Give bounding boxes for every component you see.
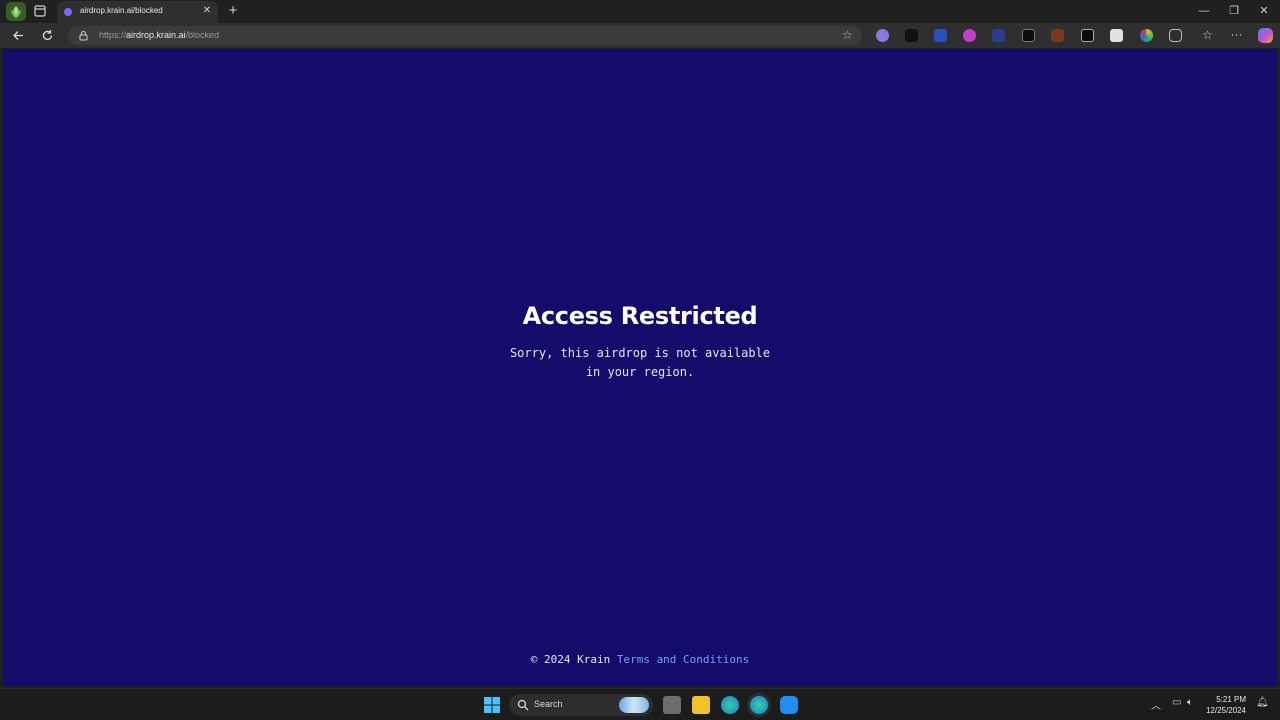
url-scheme: https:// — [99, 30, 127, 40]
tab-favicon-icon — [64, 8, 72, 16]
footer-copyright: © 2024 Krain — [530, 653, 611, 666]
back-arrow-icon — [13, 31, 23, 40]
volume-icon[interactable]: 🔈︎ — [1187, 697, 1193, 708]
app-icon[interactable] — [780, 696, 798, 714]
network-icon[interactable]: ▭ — [1172, 697, 1181, 708]
page-viewport: Access Restricted Sorry, this airdrop is… — [3, 49, 1277, 686]
extension-icon-10[interactable] — [1140, 29, 1153, 42]
task-view-icon[interactable] — [663, 696, 681, 714]
favorites-icon[interactable]: ☆ — [1201, 29, 1214, 42]
extension-icon-6[interactable] — [1022, 29, 1035, 42]
edge-active-icon[interactable] — [750, 696, 768, 714]
back-button[interactable] — [10, 27, 27, 44]
search-highlight-icon — [619, 697, 649, 713]
new-tab-button[interactable]: + — [225, 3, 241, 19]
start-windows-icon[interactable] — [483, 696, 501, 714]
clock-date: 12/25/2024 — [1205, 706, 1246, 715]
extension-icon-7[interactable] — [1051, 29, 1064, 42]
search-label: Search — [534, 699, 563, 709]
page-footer: © 2024 Krain Terms and Conditions — [3, 653, 1277, 666]
notification-bell-icon[interactable]: 🔔︎ — [1256, 697, 1269, 708]
extension-icon-8[interactable] — [1081, 29, 1094, 42]
extension-icon-3[interactable] — [934, 29, 947, 42]
more-menu-icon[interactable]: ··· — [1230, 28, 1243, 42]
profile-icon[interactable] — [6, 2, 26, 21]
extension-icon-5[interactable] — [992, 29, 1005, 42]
browser-tab-bar: airdrop.krain.ai/blocked ✕ + — ❐ ✕ — [0, 0, 1280, 23]
extension-icon-9[interactable] — [1110, 29, 1123, 42]
address-bar[interactable]: https://airdrop.krain.ai/blocked ☆ — [68, 26, 862, 45]
tab-title: airdrop.krain.ai/blocked — [80, 6, 163, 15]
extension-icon-2[interactable] — [905, 29, 918, 42]
file-explorer-icon[interactable] — [692, 696, 710, 714]
extensions-puzzle-icon[interactable] — [1169, 29, 1182, 42]
windows-taskbar: Search ︿ ▭ 🔈︎ 5:21 PM 12/25/2024 🔔︎ — [0, 688, 1280, 720]
restore-icon[interactable]: ❐ — [1226, 3, 1242, 19]
taskbar-clock[interactable]: 5:21 PM 12/25/2024 — [1206, 694, 1246, 716]
url-path: /blocked — [185, 30, 220, 40]
edge-icon[interactable] — [721, 696, 739, 714]
terms-link[interactable]: Terms and Conditions — [617, 653, 749, 666]
extension-icon-4[interactable] — [963, 29, 976, 42]
lock-icon[interactable] — [78, 30, 89, 41]
restriction-message: Sorry, this airdrop is not available in … — [3, 344, 1277, 382]
minimize-icon[interactable]: — — [1196, 3, 1212, 19]
search-icon — [517, 699, 529, 711]
clock-time: 5:21 PM — [1216, 695, 1246, 704]
refresh-icon — [42, 30, 53, 41]
tray-chevron-icon[interactable]: ︿ — [1151, 697, 1161, 712]
taskbar-search[interactable]: Search — [509, 694, 653, 716]
tab-close-icon[interactable]: ✕ — [201, 5, 213, 17]
tab-actions-icon[interactable] — [33, 4, 47, 18]
extension-icon-1[interactable] — [876, 29, 889, 42]
close-window-icon[interactable]: ✕ — [1256, 3, 1272, 19]
address-url[interactable]: https://airdrop.krain.ai/blocked — [99, 30, 219, 40]
message-line-1: Sorry, this airdrop is not available — [509, 346, 771, 360]
tab-active[interactable]: airdrop.krain.ai/blocked ✕ — [57, 1, 218, 23]
refresh-button[interactable] — [39, 27, 56, 44]
copilot-icon[interactable] — [1258, 28, 1273, 43]
url-host: airdrop.krain.ai — [126, 30, 186, 40]
favorite-star-icon[interactable]: ☆ — [842, 29, 854, 41]
message-line-2: in your region. — [585, 365, 695, 379]
page-title: Access Restricted — [522, 302, 758, 330]
